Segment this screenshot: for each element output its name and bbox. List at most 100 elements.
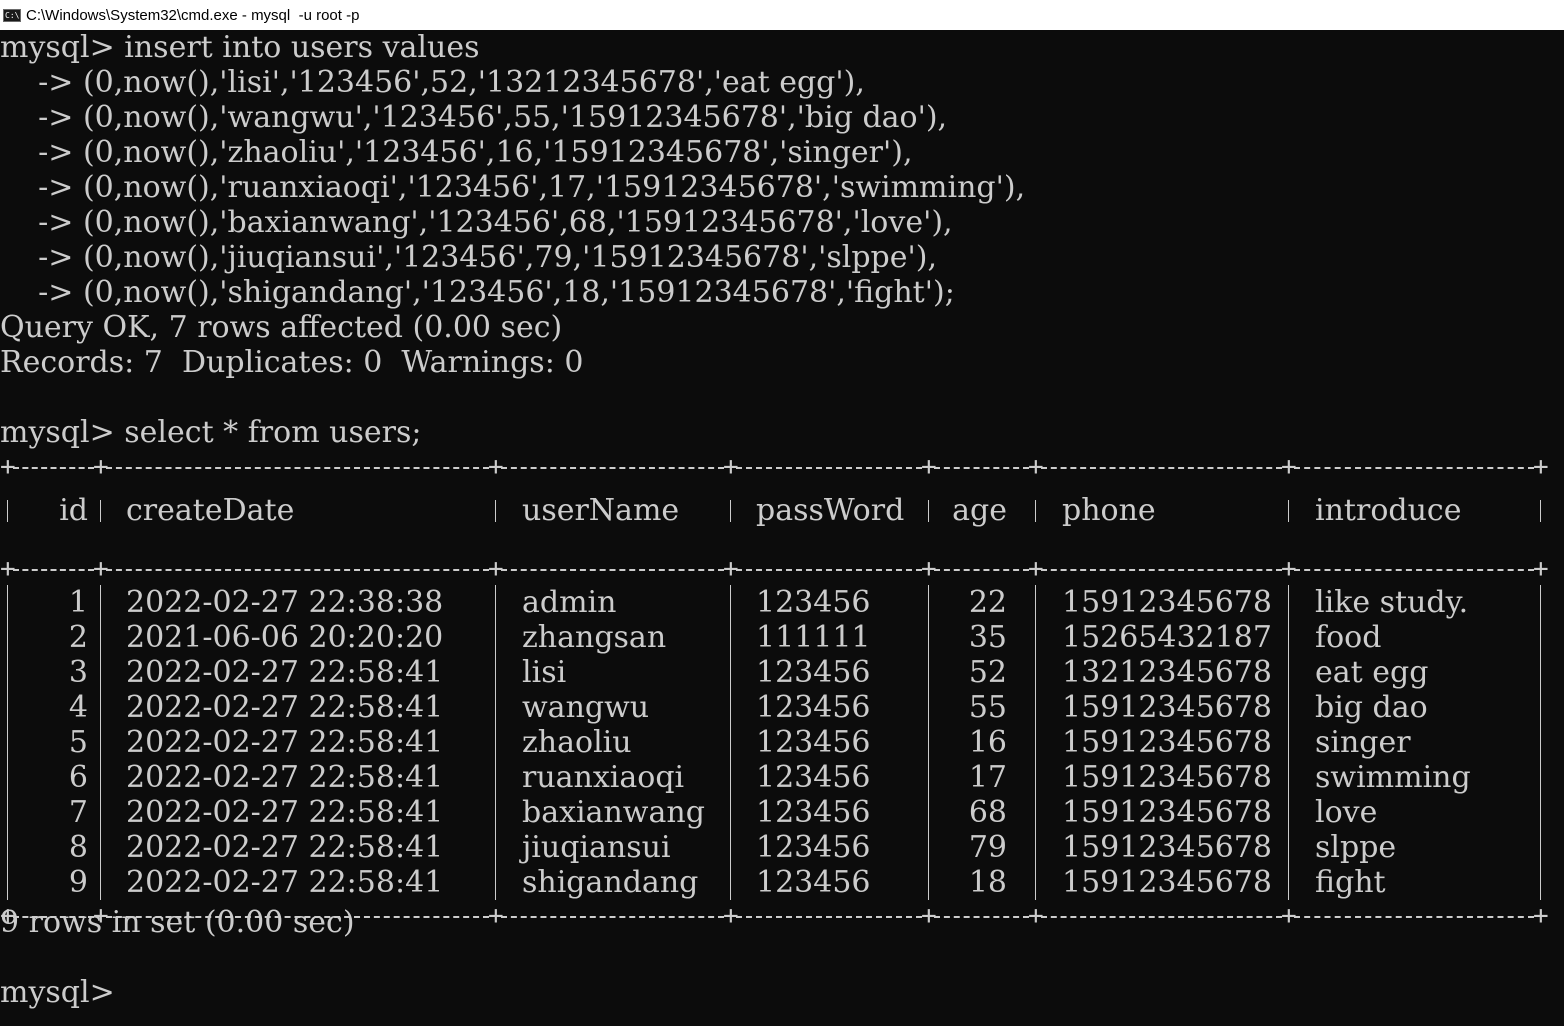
table-cell: 3 xyxy=(68,655,88,690)
table-border-corner: + xyxy=(723,452,739,482)
table-cell: lisi xyxy=(522,655,567,690)
table-border-corner: + xyxy=(0,554,16,584)
prompt[interactable]: mysql> xyxy=(0,975,115,1010)
table-border-dash xyxy=(1041,467,1282,469)
table-row: 1 2022-02-27 22:38:38 admin 123456 22 1591234… xyxy=(0,585,1564,620)
table-border-corner: + xyxy=(488,554,504,584)
table-cell: 4 xyxy=(68,690,88,725)
table-cell: 15265432187 xyxy=(1062,620,1272,655)
table-border-dash xyxy=(501,916,724,918)
table-border-dash xyxy=(1294,467,1534,469)
table-border-corner: + xyxy=(1533,554,1549,584)
column-header: createDate xyxy=(126,493,295,528)
table-cell: 15912345678 xyxy=(1062,585,1272,620)
table-cell: zhangsan xyxy=(522,620,667,655)
table-border-corner: + xyxy=(93,554,109,584)
table-cell: 35 xyxy=(968,620,1007,655)
console-line: -> (0,now(),'jiuqiansui','123456',79,'15… xyxy=(0,240,937,275)
table-cell: 5 xyxy=(68,725,88,760)
table-cell: love xyxy=(1315,795,1378,830)
table-cell: 15912345678 xyxy=(1062,830,1272,865)
console-line: -> (0,now(),'baxianwang','123456',68,'15… xyxy=(0,205,953,240)
console-line: -> (0,now(),'zhaoliu','123456',16,'15912… xyxy=(0,135,913,170)
table-border-dash xyxy=(106,467,489,469)
column-header: id xyxy=(59,493,88,528)
table-cell: 1 xyxy=(68,585,88,620)
table-cell: like study. xyxy=(1315,585,1469,620)
table-border-dash xyxy=(736,569,922,571)
table-cell: ruanxiaoqi xyxy=(522,760,685,795)
column-header: introduce xyxy=(1315,493,1462,528)
table-border-dash xyxy=(934,916,1029,918)
table-border-corner: + xyxy=(488,901,504,931)
table-border-corner: + xyxy=(1533,452,1549,482)
table-cell: food xyxy=(1315,620,1382,655)
table-border-corner: + xyxy=(488,452,504,482)
table-row: 4 2022-02-27 22:58:41 wangwu 123456 55 159123… xyxy=(0,690,1564,725)
table-cell: 2022-02-27 22:58:41 xyxy=(126,690,444,725)
table-border-corner: + xyxy=(1281,452,1297,482)
window-titlebar[interactable]: C:\Windows\System32\cmd.exe - mysql -u r… xyxy=(0,0,1564,30)
table-border-dash xyxy=(501,569,724,571)
table-cell: 2 xyxy=(68,620,88,655)
table-border-dash xyxy=(106,569,489,571)
table-cell: shigandang xyxy=(522,865,699,900)
console-line: -> (0,now(),'lisi','123456',52,'13212345… xyxy=(0,65,865,100)
table-cell: 123456 xyxy=(756,690,871,725)
table-cell: 18 xyxy=(968,865,1007,900)
console-line: -> (0,now(),'ruanxiaoqi','123456',17,'15… xyxy=(0,170,1026,205)
table-cell: swimming xyxy=(1315,760,1471,795)
table-cell: 2022-02-27 22:58:41 xyxy=(126,795,444,830)
table-header-row: id createDate userName passWord age phone intr… xyxy=(0,493,1564,528)
table-border-dash xyxy=(501,467,724,469)
column-header: userName xyxy=(522,493,680,528)
table-row: 9 2022-02-27 22:58:41 shigandang 123456 18 15… xyxy=(0,865,1564,900)
column-header: age xyxy=(952,493,1007,528)
table-cell: 123456 xyxy=(756,725,871,760)
table-cell: 15912345678 xyxy=(1062,690,1272,725)
table-border-dash xyxy=(934,569,1029,571)
table-cell: baxianwang xyxy=(522,795,705,830)
table-cell: zhaoliu xyxy=(522,725,632,760)
table-border-dash xyxy=(13,467,94,469)
select-command: mysql> select * from users; xyxy=(0,415,422,450)
table-row: 6 2022-02-27 22:58:41 ruanxiaoqi 123456 17 15… xyxy=(0,760,1564,795)
table-border-corner: + xyxy=(921,901,937,931)
table-cell: eat egg xyxy=(1315,655,1429,690)
table-cell: 123456 xyxy=(756,585,871,620)
table-border-dash xyxy=(736,916,922,918)
table-border-dash xyxy=(1041,916,1282,918)
table-cell: 111111 xyxy=(756,620,871,655)
table-border-dash xyxy=(1041,569,1282,571)
table-border-corner: + xyxy=(723,901,739,931)
table-cell: 2022-02-27 22:38:38 xyxy=(126,585,444,620)
table-cell: 15912345678 xyxy=(1062,865,1272,900)
table-cell: 123456 xyxy=(756,830,871,865)
table-border-corner: + xyxy=(1028,554,1044,584)
table-cell: fight xyxy=(1315,865,1386,900)
table-row: 3 2022-02-27 22:58:41 lisi 123456 52 13212345… xyxy=(0,655,1564,690)
table-border-corner: + xyxy=(921,554,937,584)
table-cell: 52 xyxy=(968,655,1007,690)
table-cell: 6 xyxy=(68,760,88,795)
result-table: + + + + + + + + id createDate userName passWord age p… xyxy=(0,450,1564,929)
table-cell: 2022-02-27 22:58:41 xyxy=(126,725,444,760)
table-cell: 55 xyxy=(968,690,1007,725)
table-cell: 17 xyxy=(968,760,1007,795)
table-cell: 15912345678 xyxy=(1062,760,1272,795)
console-output[interactable]: mysql> insert into users values -> (0,no… xyxy=(0,30,1564,1026)
table-row: 7 2022-02-27 22:58:41 baxianwang 123456 68 15… xyxy=(0,795,1564,830)
table-border-corner: + xyxy=(0,452,16,482)
table-border-dash xyxy=(736,467,922,469)
table-border-corner: + xyxy=(1028,901,1044,931)
table-cell: 123456 xyxy=(756,795,871,830)
window-title: C:\Windows\System32\cmd.exe - mysql -u r… xyxy=(26,6,360,24)
table-border-dash xyxy=(934,467,1029,469)
table-cell: singer xyxy=(1315,725,1411,760)
table-cell: 8 xyxy=(68,830,88,865)
table-cell: 2022-02-27 22:58:41 xyxy=(126,830,444,865)
table-border-corner: + xyxy=(921,452,937,482)
console-line: mysql> insert into users values xyxy=(0,30,480,65)
console-line: -> (0,now(),'wangwu','123456',55,'159123… xyxy=(0,100,948,135)
table-cell: 79 xyxy=(968,830,1007,865)
